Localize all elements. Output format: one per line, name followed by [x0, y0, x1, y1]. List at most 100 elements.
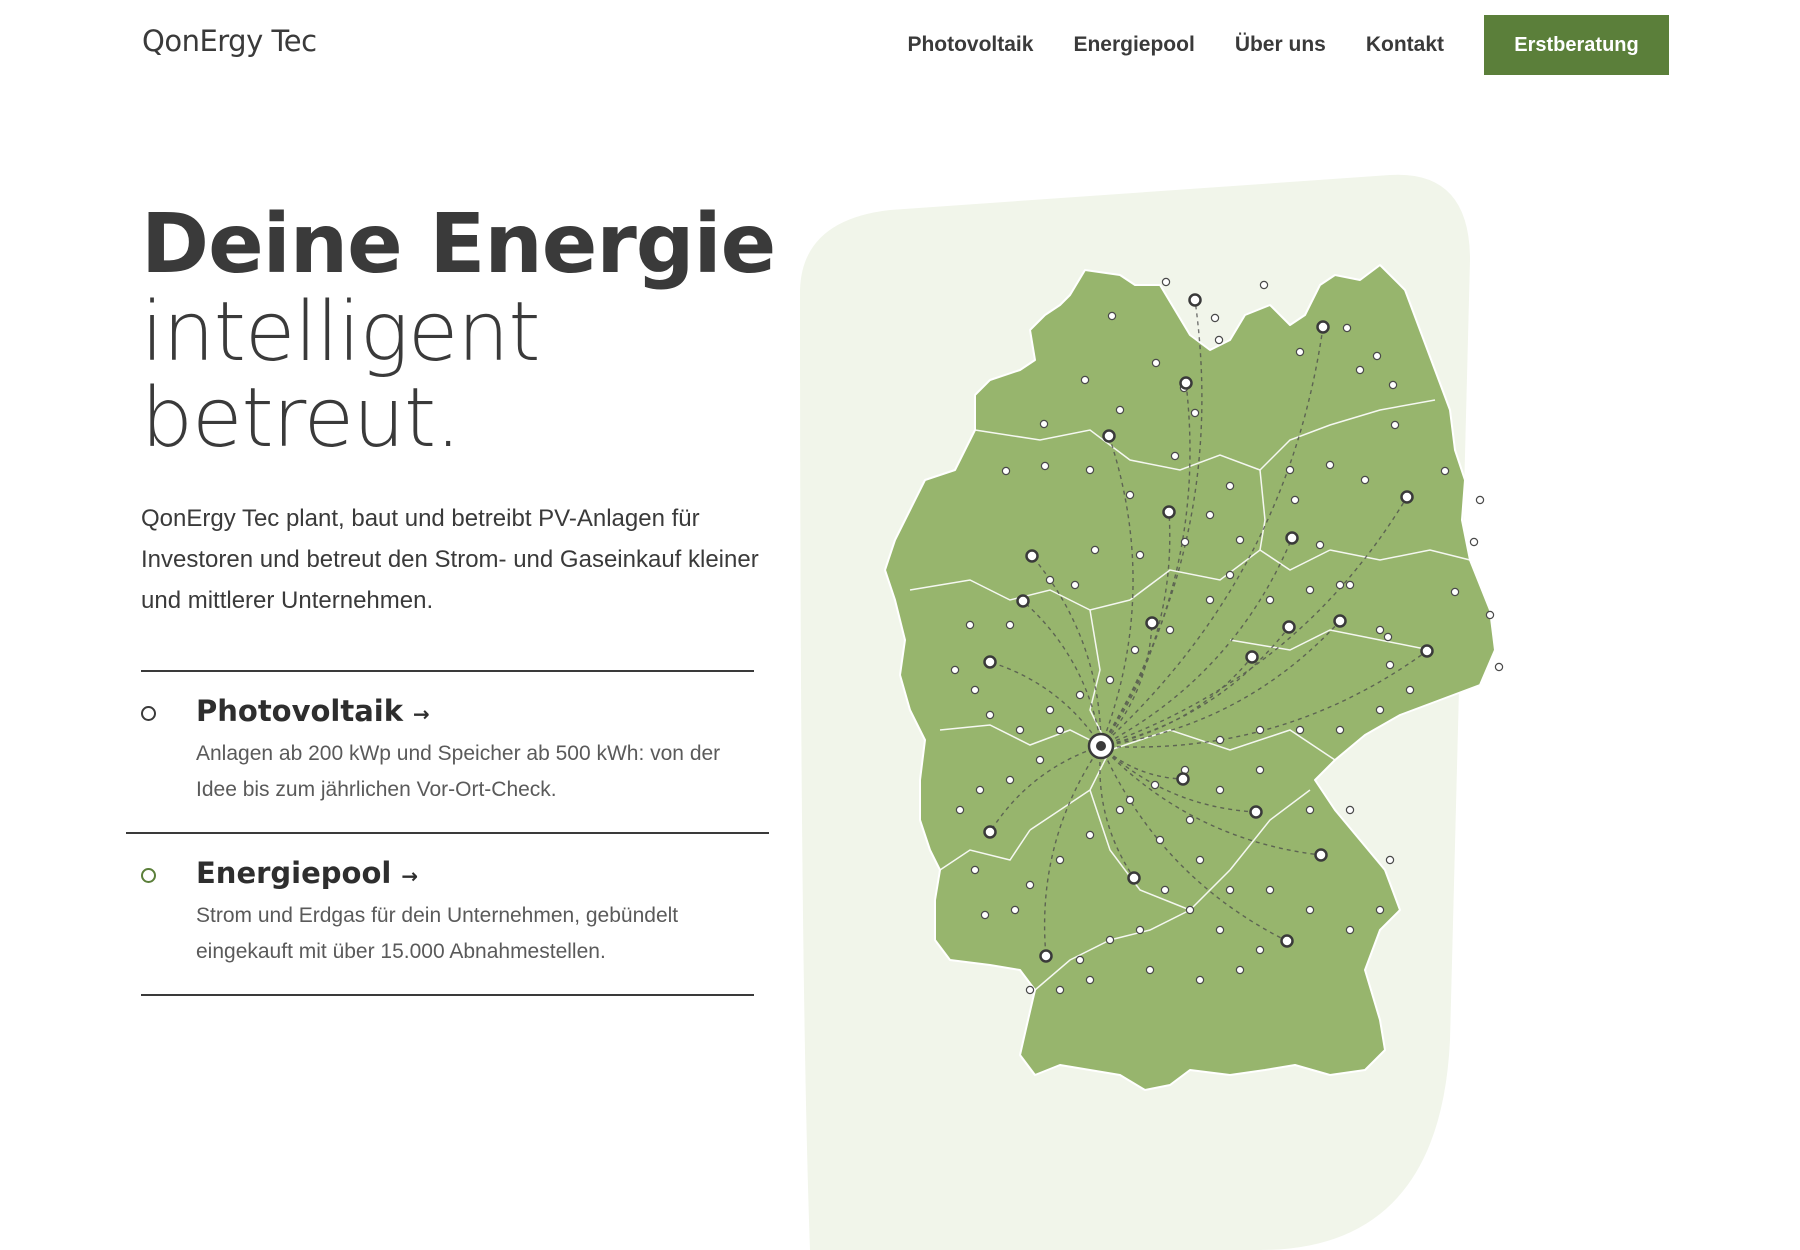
service-title[interactable]: Energiepool →: [196, 856, 754, 890]
location-dot: [1170, 451, 1180, 461]
location-dot: [1355, 365, 1365, 375]
nav-photovoltaik[interactable]: Photovoltaik: [907, 33, 1033, 57]
service-title[interactable]: Photovoltaik →: [196, 694, 754, 728]
nav-kontakt[interactable]: Kontakt: [1366, 33, 1444, 57]
logo[interactable]: QonErgy Tec: [142, 24, 317, 58]
location-dot: [1145, 965, 1155, 975]
location-dot: [1105, 675, 1115, 685]
location-dot: [1025, 985, 1035, 995]
location-dot: [1342, 323, 1352, 333]
nav-energiepool[interactable]: Energiepool: [1073, 33, 1194, 57]
location-dot: [1005, 775, 1015, 785]
location-marker: [983, 655, 997, 669]
location-dot: [1160, 885, 1170, 895]
location-marker: [1188, 293, 1202, 307]
location-dot: [1161, 277, 1171, 287]
location-dot: [1360, 475, 1370, 485]
location-dot: [1494, 662, 1504, 672]
location-dot: [980, 910, 990, 920]
location-dot: [1035, 755, 1045, 765]
location-dot: [1440, 466, 1450, 476]
location-dot: [1485, 610, 1495, 620]
location-dot: [1205, 510, 1215, 520]
location-dot: [1225, 481, 1235, 491]
germany-map-icon: [800, 174, 1504, 1250]
location-marker: [1280, 934, 1294, 948]
location-dot: [1388, 380, 1398, 390]
location-marker: [1127, 871, 1141, 885]
location-dot: [1085, 975, 1095, 985]
location-dot: [1135, 925, 1145, 935]
location-dot: [1025, 880, 1035, 890]
location-dot: [1265, 885, 1275, 895]
location-dot: [1039, 419, 1049, 429]
headline-line-3: betreut.: [141, 371, 461, 466]
location-marker: [1285, 531, 1299, 545]
location-dot: [1080, 375, 1090, 385]
erstberatung-button[interactable]: Erstberatung: [1484, 15, 1669, 75]
location-dot: [1259, 280, 1269, 290]
location-marker: [1016, 594, 1030, 608]
location-dot: [1475, 495, 1485, 505]
circle-icon: [141, 706, 156, 721]
location-dot: [1215, 925, 1225, 935]
nav-ueber-uns[interactable]: Über uns: [1235, 33, 1326, 57]
location-dot: [1235, 965, 1245, 975]
location-dot: [1450, 587, 1460, 597]
headline-line-1: Deine Energie: [141, 197, 776, 292]
service-title-text: Photovoltaik: [196, 694, 404, 728]
location-dot: [1469, 537, 1479, 547]
location-dot: [1075, 955, 1085, 965]
location-dot: [1235, 535, 1245, 545]
location-dot: [1255, 765, 1265, 775]
location-dot: [1130, 645, 1140, 655]
location-dot: [1085, 465, 1095, 475]
location-dot: [1135, 550, 1145, 560]
location-dot: [1325, 460, 1335, 470]
location-dot: [1383, 632, 1393, 642]
location-dot: [985, 710, 995, 720]
location-dot: [1295, 725, 1305, 735]
location-dot: [1372, 351, 1382, 361]
location-marker: [1179, 376, 1193, 390]
divider: [141, 994, 754, 996]
location-dot: [1090, 545, 1100, 555]
location-marker: [1176, 772, 1190, 786]
location-dot: [1010, 905, 1020, 915]
location-dot: [1345, 925, 1355, 935]
location-marker: [983, 825, 997, 839]
location-dot: [1255, 945, 1265, 955]
location-dot: [970, 865, 980, 875]
location-marker: [1162, 505, 1176, 519]
arrow-right-icon: →: [401, 864, 419, 888]
service-list: Photovoltaik → Anlagen ab 200 kWp und Sp…: [126, 670, 769, 996]
location-dot: [1375, 705, 1385, 715]
location-dot: [1215, 735, 1225, 745]
location-dot: [1295, 347, 1305, 357]
service-description: Anlagen ab 200 kWp und Speicher ab 500 k…: [196, 742, 721, 801]
location-dot: [1265, 595, 1275, 605]
location-dot: [1190, 408, 1200, 418]
location-dot: [1345, 805, 1355, 815]
location-marker: [1249, 805, 1263, 819]
location-marker: [1245, 650, 1259, 664]
headline-line-2: intelligent: [141, 285, 540, 380]
location-dot: [955, 805, 965, 815]
location-dot: [1335, 725, 1345, 735]
location-marker: [1282, 620, 1296, 634]
location-dot: [1375, 905, 1385, 915]
service-energiepool[interactable]: Energiepool → Strom und Erdgas für dein …: [141, 834, 754, 994]
location-dot: [1335, 580, 1345, 590]
location-dot: [1225, 885, 1235, 895]
location-dot: [1225, 570, 1235, 580]
location-dot: [970, 685, 980, 695]
location-marker: [1102, 429, 1116, 443]
location-marker: [1025, 549, 1039, 563]
hero-headline: Deine Energie intelligent betreut.: [141, 197, 776, 466]
location-dot: [1040, 461, 1050, 471]
location-marker: [1145, 616, 1159, 630]
location-dot: [1390, 420, 1400, 430]
location-dot: [1305, 805, 1315, 815]
page: QonErgy Tec Photovoltaik Energiepool Übe…: [0, 0, 1800, 1250]
service-photovoltaik[interactable]: Photovoltaik → Anlagen ab 200 kWp und Sp…: [141, 672, 754, 832]
